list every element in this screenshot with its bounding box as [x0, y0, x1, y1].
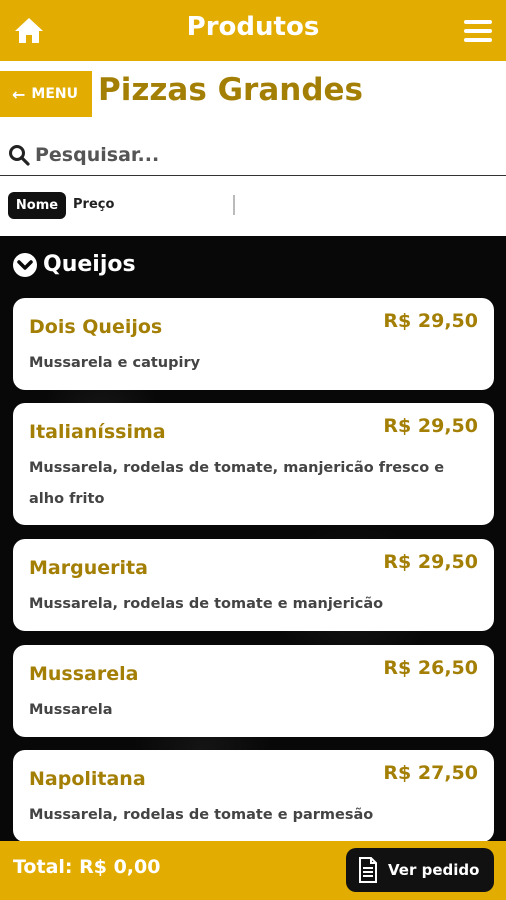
back-menu-button[interactable]: ← MENU: [0, 71, 92, 117]
product-list[interactable]: Queijos Dois Queijos R$ 29,50 Mussarela …: [0, 236, 506, 841]
footer-bar: Total: R$ 0,00 Ver pedido: [0, 841, 506, 900]
product-name: Italianíssima: [29, 421, 166, 443]
search-bar: [0, 134, 506, 176]
product-description: Mussarela, rodelas de tomate, manjericão…: [29, 460, 445, 507]
arrow-left-icon: ←: [12, 84, 26, 104]
category-header[interactable]: Queijos: [13, 252, 136, 277]
product-card[interactable]: Napolitana R$ 27,50 Mussarela, rodelas d…: [13, 750, 494, 841]
product-price: R$ 29,50: [383, 310, 478, 332]
sort-by-price-button[interactable]: Preço: [73, 197, 114, 212]
document-icon: [359, 857, 377, 883]
menu-button-label: MENU: [31, 86, 78, 102]
product-name: Dois Queijos: [29, 316, 163, 338]
search-icon: [9, 144, 30, 166]
chevron-down-icon: [13, 252, 37, 277]
product-card[interactable]: Marguerita R$ 29,50 Mussarela, rodelas d…: [13, 539, 494, 631]
product-description: Mussarela e catupiry: [29, 355, 201, 371]
product-price: R$ 26,50: [383, 657, 478, 679]
hamburger-menu-icon[interactable]: [464, 20, 492, 42]
app-header: Produtos: [0, 0, 506, 61]
view-order-label: Ver pedido: [388, 861, 480, 879]
product-card[interactable]: Dois Queijos R$ 29,50 Mussarela e catupi…: [13, 298, 494, 390]
product-name: Napolitana: [29, 768, 146, 790]
divider: [233, 195, 235, 215]
product-card[interactable]: Mussarela R$ 26,50 Mussarela: [13, 645, 494, 737]
sort-by-name-button[interactable]: Nome: [8, 192, 66, 219]
product-description: Mussarela, rodelas de tomate e manjericã…: [29, 596, 384, 612]
product-price: R$ 29,50: [383, 415, 478, 437]
search-input[interactable]: [35, 143, 475, 166]
product-name: Marguerita: [29, 557, 148, 579]
product-description: Mussarela, rodelas de tomate e parmesão: [29, 807, 374, 823]
product-price: R$ 27,50: [383, 762, 478, 784]
header-title: Produtos: [186, 12, 320, 42]
sort-bar: Nome Preço: [0, 186, 506, 228]
product-name: Mussarela: [29, 663, 139, 685]
category-name: Queijos: [43, 252, 136, 277]
order-total: Total: R$ 0,00: [13, 856, 161, 878]
view-order-button[interactable]: Ver pedido: [346, 848, 494, 892]
product-description: Mussarela: [29, 702, 113, 718]
product-price: R$ 29,50: [383, 551, 478, 573]
product-card[interactable]: Italianíssima R$ 29,50 Mussarela, rodela…: [13, 403, 494, 525]
page-title: Pizzas Grandes: [98, 72, 363, 108]
